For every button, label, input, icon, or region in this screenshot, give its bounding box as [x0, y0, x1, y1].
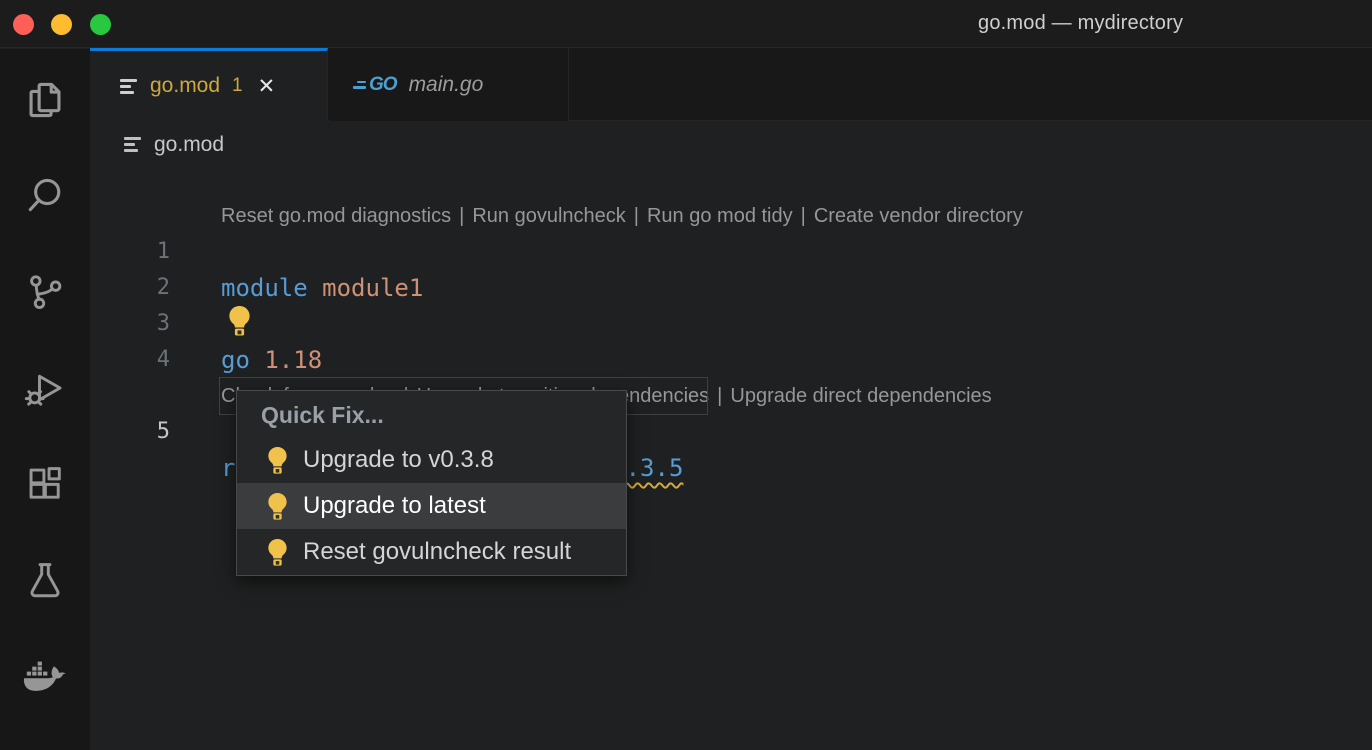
- extensions-icon[interactable]: [22, 461, 68, 507]
- line-number: 5: [90, 414, 170, 450]
- menu-item-label: Upgrade to v0.3.8: [303, 446, 494, 474]
- tab-bar: go.mod 1 ✕ GO main.go: [90, 48, 1372, 121]
- code-line-2: 2: [90, 234, 1372, 270]
- activity-bar: [0, 49, 90, 750]
- go-logo-dashes: [353, 81, 366, 89]
- lightbulb-icon: [267, 493, 288, 520]
- menu-item-label: Reset govulncheck result: [303, 538, 571, 566]
- titlebar: go.mod — mydirectory: [0, 0, 1372, 48]
- go-file-icon: GO: [353, 74, 397, 96]
- source-control-icon[interactable]: [22, 269, 68, 315]
- code-line-3: 3 go 1.18: [90, 270, 1372, 306]
- search-icon[interactable]: [22, 173, 68, 219]
- tab-maingo-label: main.go: [409, 73, 484, 97]
- codelens-row-top: Reset go.mod diagnostics|Run govulncheck…: [90, 162, 1372, 198]
- run-debug-icon[interactable]: [22, 365, 68, 411]
- docker-icon[interactable]: [22, 653, 68, 699]
- code-line-4: 4: [90, 306, 1372, 342]
- gomod-file-icon: [124, 137, 141, 152]
- codelens-row-mid: Check for upgrades|Upgrade transitive de…: [90, 342, 1372, 378]
- gomod-file-icon: [120, 79, 137, 94]
- breadcrumb-file-label: go.mod: [154, 133, 224, 157]
- traffic-light-zoom-button[interactable]: [90, 14, 111, 35]
- lightbulb-icon[interactable]: [228, 306, 251, 336]
- quick-fix-menu: Quick Fix... Upgrade to v0.3.8 Upgrade t…: [236, 390, 627, 576]
- quick-fix-header: Quick Fix...: [237, 391, 626, 437]
- lightbulb-icon: [267, 447, 288, 474]
- menu-item-label: Upgrade to latest: [303, 492, 486, 520]
- lightbulb-icon: [267, 539, 288, 566]
- tab-maingo[interactable]: GO main.go: [329, 48, 569, 121]
- tab-gomod-problem-badge: 1: [232, 75, 243, 97]
- explorer-icon[interactable]: [22, 77, 68, 123]
- code-line-1: 1 module module1: [90, 198, 1372, 234]
- go-logo-letters: GO: [369, 74, 397, 96]
- traffic-light-close-button[interactable]: [13, 14, 34, 35]
- traffic-light-minimize-button[interactable]: [51, 14, 72, 35]
- breadcrumb[interactable]: go.mod: [90, 121, 1372, 168]
- close-tab-icon[interactable]: ✕: [258, 74, 276, 99]
- tab-gomod[interactable]: go.mod 1 ✕: [90, 48, 328, 121]
- tab-gomod-label: go.mod: [150, 74, 220, 98]
- menu-item-upgrade-v038[interactable]: Upgrade to v0.3.8: [237, 437, 626, 483]
- menu-item-reset-govulncheck[interactable]: Reset govulncheck result: [237, 529, 626, 575]
- testing-icon[interactable]: [22, 557, 68, 603]
- menu-item-upgrade-latest[interactable]: Upgrade to latest: [237, 483, 626, 529]
- window-title: go.mod — mydirectory: [978, 12, 1183, 35]
